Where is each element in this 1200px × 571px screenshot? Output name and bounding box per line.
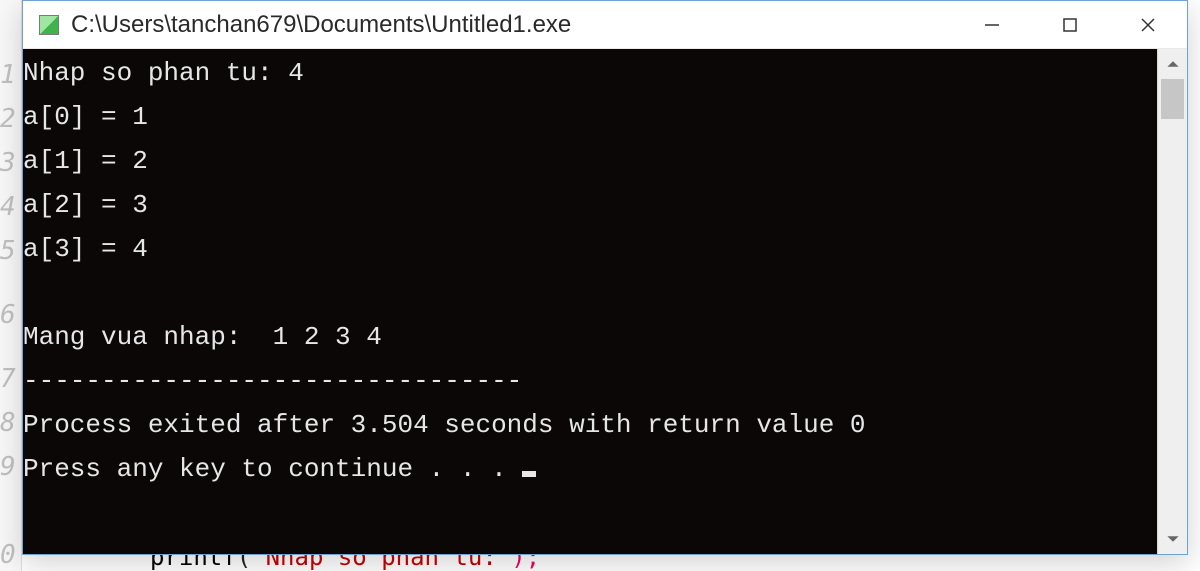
console-output[interactable]: Nhap so phan tu: 4 a[0] = 1 a[1] = 2 a[2… [23, 49, 1157, 554]
scroll-down-button[interactable] [1158, 524, 1187, 554]
line-number: 7 [0, 364, 22, 394]
line-number: 9 [0, 452, 22, 482]
console-line: a[1] = 2 [23, 146, 148, 176]
line-number: 0 [0, 540, 22, 570]
chevron-up-icon [1166, 57, 1180, 71]
line-number: 1 [0, 60, 22, 90]
scrollbar-thumb[interactable] [1161, 79, 1184, 119]
maximize-button[interactable] [1031, 1, 1109, 49]
line-number: 5 [0, 236, 22, 266]
line-number: 4 [0, 192, 22, 222]
console-line: -------------------------------- [23, 366, 522, 396]
titlebar[interactable]: C:\Users\tanchan679\Documents\Untitled1.… [23, 1, 1187, 49]
minimize-button[interactable] [953, 1, 1031, 49]
console-line: a[2] = 3 [23, 190, 148, 220]
chevron-down-icon [1166, 532, 1180, 546]
scroll-up-button[interactable] [1158, 49, 1187, 79]
line-number: 8 [0, 408, 22, 438]
window-title: C:\Users\tanchan679\Documents\Untitled1.… [71, 11, 953, 39]
maximize-icon [1060, 15, 1080, 35]
console-line: Mang vua nhap: 1 2 3 4 [23, 322, 382, 352]
editor-gutter: 1 2 3 4 5 6 7 8 9 0 [0, 0, 22, 571]
app-icon [39, 15, 59, 35]
minimize-icon [982, 15, 1002, 35]
console-window: C:\Users\tanchan679\Documents\Untitled1.… [22, 0, 1188, 555]
console-line: a[0] = 1 [23, 102, 148, 132]
console-line: Nhap so phan tu: 4 [23, 58, 304, 88]
console-line: a[3] = 4 [23, 234, 148, 264]
console-line: Process exited after 3.504 seconds with … [23, 410, 866, 440]
text-cursor [522, 471, 536, 477]
close-icon [1138, 15, 1158, 35]
close-button[interactable] [1109, 1, 1187, 49]
line-number: 3 [0, 148, 22, 178]
line-number: 6 [0, 300, 22, 330]
line-number: 2 [0, 104, 22, 134]
scrollbar-track[interactable] [1158, 79, 1187, 524]
console-line: Press any key to continue . . . [23, 454, 522, 484]
vertical-scrollbar[interactable] [1157, 49, 1187, 554]
